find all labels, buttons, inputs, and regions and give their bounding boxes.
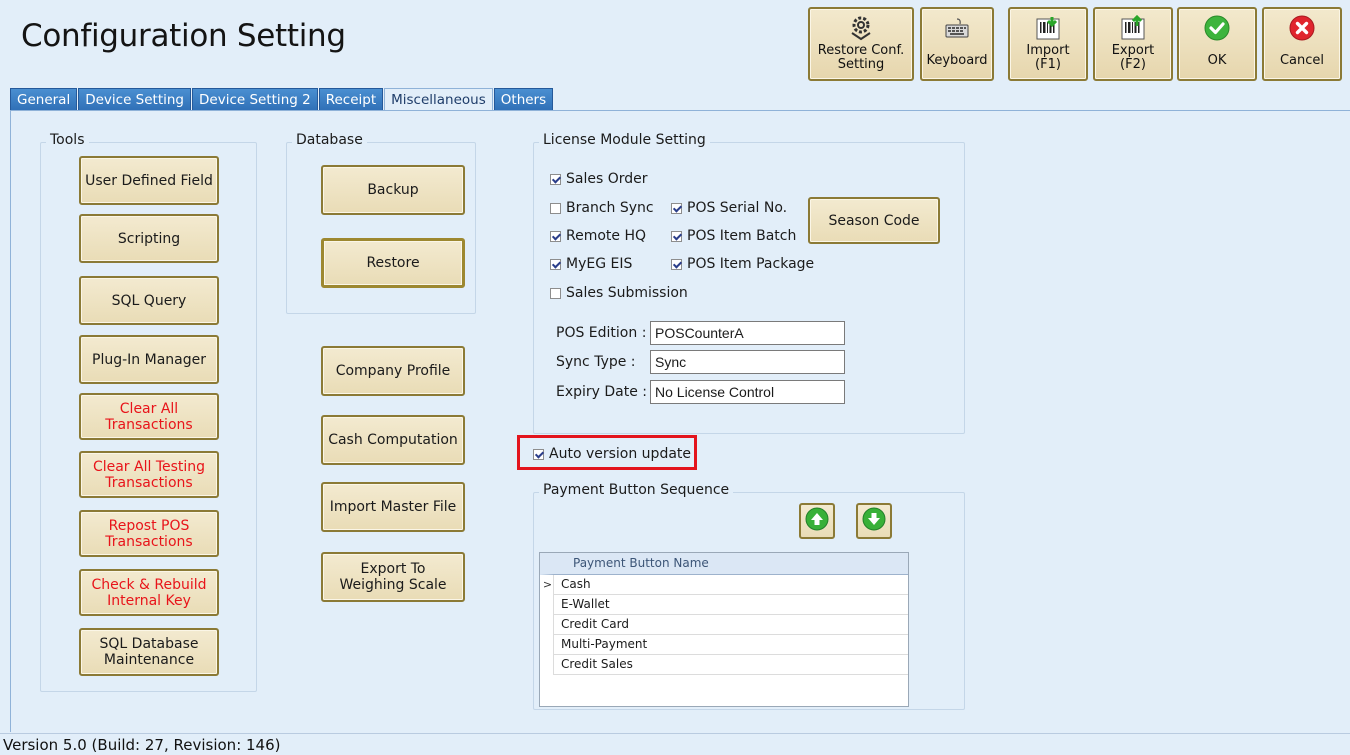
tab-receipt[interactable]: Receipt — [318, 88, 384, 111]
myeg-eis-checkbox[interactable]: MyEG EIS — [550, 256, 632, 272]
payment-name-cell: Credit Sales — [561, 657, 633, 671]
branch-sync-checkbox[interactable]: Branch Sync — [550, 200, 654, 216]
remote-hq-checkbox[interactable]: Remote HQ — [550, 228, 646, 244]
payment-name-cell: Cash — [561, 577, 591, 591]
column-header[interactable]: Payment Button Name — [540, 553, 908, 575]
sales-submission-checkbox[interactable]: Sales Submission — [550, 285, 688, 301]
import-button[interactable]: Import (F1) — [1008, 7, 1088, 81]
restore-conf-setting-label: Restore Conf. Setting — [817, 43, 905, 72]
checkbox-box — [671, 258, 682, 270]
table-row[interactable]: E-Wallet — [553, 595, 908, 615]
keyboard-button[interactable]: Keyboard — [920, 7, 994, 81]
backup-button[interactable]: Backup — [321, 165, 465, 215]
checkbox-box — [671, 202, 682, 214]
checkbox-box — [550, 287, 561, 299]
branch-sync-label: Branch Sync — [566, 200, 654, 216]
window-title: Configuration Setting — [21, 18, 346, 54]
keyboard-label: Keyboard — [926, 53, 988, 68]
table-row[interactable]: Multi-Payment — [553, 635, 908, 655]
company-profile-button[interactable]: Company Profile — [321, 346, 465, 396]
payment-sequence-group-label: Payment Button Sequence — [539, 482, 734, 498]
tab-bar: General Device Setting Device Setting 2 … — [10, 88, 554, 112]
sync-type-label: Sync Type : — [556, 354, 636, 370]
arrow-down-icon — [862, 507, 886, 535]
move-down-button[interactable] — [856, 503, 892, 539]
clear-all-testing-transactions-button[interactable]: Clear All Testing Transactions — [79, 451, 219, 498]
export-button[interactable]: Export (F2) — [1093, 7, 1173, 81]
expiry-date-label: Expiry Date : — [556, 384, 648, 400]
plug-in-manager-button[interactable]: Plug-In Manager — [79, 335, 219, 384]
database-group-label: Database — [292, 132, 367, 148]
barcode-import-icon — [1035, 14, 1061, 42]
payment-button-grid[interactable]: Payment Button Name > Cash E-Wallet Cred… — [539, 552, 909, 707]
export-label: Export (F2) — [1111, 43, 1155, 72]
close-circle-icon — [1288, 14, 1316, 42]
pos-item-package-label: POS Item Package — [687, 256, 815, 272]
payment-name-cell: Credit Card — [561, 617, 629, 631]
scripting-button[interactable]: Scripting — [79, 214, 219, 263]
pos-serial-no-checkbox[interactable]: POS Serial No. — [671, 200, 787, 216]
ok-label: OK — [1207, 53, 1227, 68]
move-up-button[interactable] — [799, 503, 835, 539]
sql-database-maintenance-button[interactable]: SQL Database Maintenance — [79, 628, 219, 676]
ok-button[interactable]: OK — [1177, 7, 1257, 81]
table-row[interactable]: Credit Sales — [553, 655, 908, 675]
sales-submission-label: Sales Submission — [566, 285, 688, 301]
check-circle-icon — [1203, 14, 1231, 42]
barcode-export-icon — [1120, 14, 1146, 42]
season-code-button[interactable]: Season Code — [808, 197, 940, 244]
import-label: Import (F1) — [1026, 43, 1070, 72]
remote-hq-label: Remote HQ — [566, 228, 647, 244]
checkbox-box — [550, 173, 561, 185]
gear-icon — [849, 14, 873, 42]
clear-all-transactions-button[interactable]: Clear All Transactions — [79, 393, 219, 440]
tab-general[interactable]: General — [10, 88, 78, 111]
tab-device-setting-2[interactable]: Device Setting 2 — [192, 88, 318, 111]
checkbox-box — [550, 230, 561, 242]
import-master-file-button[interactable]: Import Master File — [321, 482, 465, 532]
payment-name-cell: E-Wallet — [561, 597, 610, 611]
pos-serial-no-label: POS Serial No. — [687, 200, 788, 216]
pos-item-package-checkbox[interactable]: POS Item Package — [671, 256, 814, 272]
arrow-up-icon — [805, 507, 829, 535]
checkbox-box — [550, 258, 561, 270]
selected-row-marker: > — [542, 578, 553, 591]
table-row[interactable]: Credit Card — [553, 615, 908, 635]
sales-order-label: Sales Order — [566, 171, 648, 187]
restore-button[interactable]: Restore — [321, 238, 465, 288]
sales-order-checkbox[interactable]: Sales Order — [550, 171, 648, 187]
table-row[interactable]: > Cash — [543, 575, 908, 595]
pos-edition-label: POS Edition : — [556, 325, 647, 341]
export-to-weighing-scale-button[interactable]: Export To Weighing Scale — [321, 552, 465, 602]
repost-pos-transactions-button[interactable]: Repost POS Transactions — [79, 510, 219, 557]
keyboard-icon — [944, 14, 970, 42]
user-defined-field-button[interactable]: User Defined Field — [79, 156, 219, 205]
checkbox-box — [550, 202, 561, 214]
check-rebuild-internal-key-button[interactable]: Check & Rebuild Internal Key — [79, 569, 219, 616]
pos-item-batch-checkbox[interactable]: POS Item Batch — [671, 228, 796, 244]
pos-edition-field[interactable]: POSCounterA — [650, 321, 845, 345]
license-module-group-label: License Module Setting — [539, 132, 710, 148]
cancel-button[interactable]: Cancel — [1262, 7, 1342, 81]
tab-device-setting[interactable]: Device Setting — [78, 88, 192, 111]
expiry-date-field[interactable]: No License Control — [650, 380, 845, 404]
pos-item-batch-label: POS Item Batch — [687, 228, 797, 244]
auto-version-update-label: Auto version update — [549, 446, 692, 462]
checkbox-box — [671, 230, 682, 242]
myeg-eis-label: MyEG EIS — [566, 256, 633, 272]
payment-name-cell: Multi-Payment — [561, 637, 648, 651]
sync-type-field[interactable]: Sync — [650, 350, 845, 374]
tab-miscellaneous[interactable]: Miscellaneous — [384, 88, 493, 112]
sql-query-button[interactable]: SQL Query — [79, 276, 219, 325]
cash-computation-button[interactable]: Cash Computation — [321, 415, 465, 465]
cancel-label: Cancel — [1279, 53, 1325, 68]
checkbox-box — [533, 448, 544, 460]
tab-others[interactable]: Others — [493, 88, 554, 111]
restore-conf-setting-button[interactable]: Restore Conf. Setting — [808, 7, 914, 81]
auto-version-update-checkbox[interactable]: Auto version update — [533, 446, 691, 462]
status-bar-version: Version 5.0 (Build: 27, Revision: 146) — [0, 733, 1350, 755]
tools-group-label: Tools — [46, 132, 89, 148]
